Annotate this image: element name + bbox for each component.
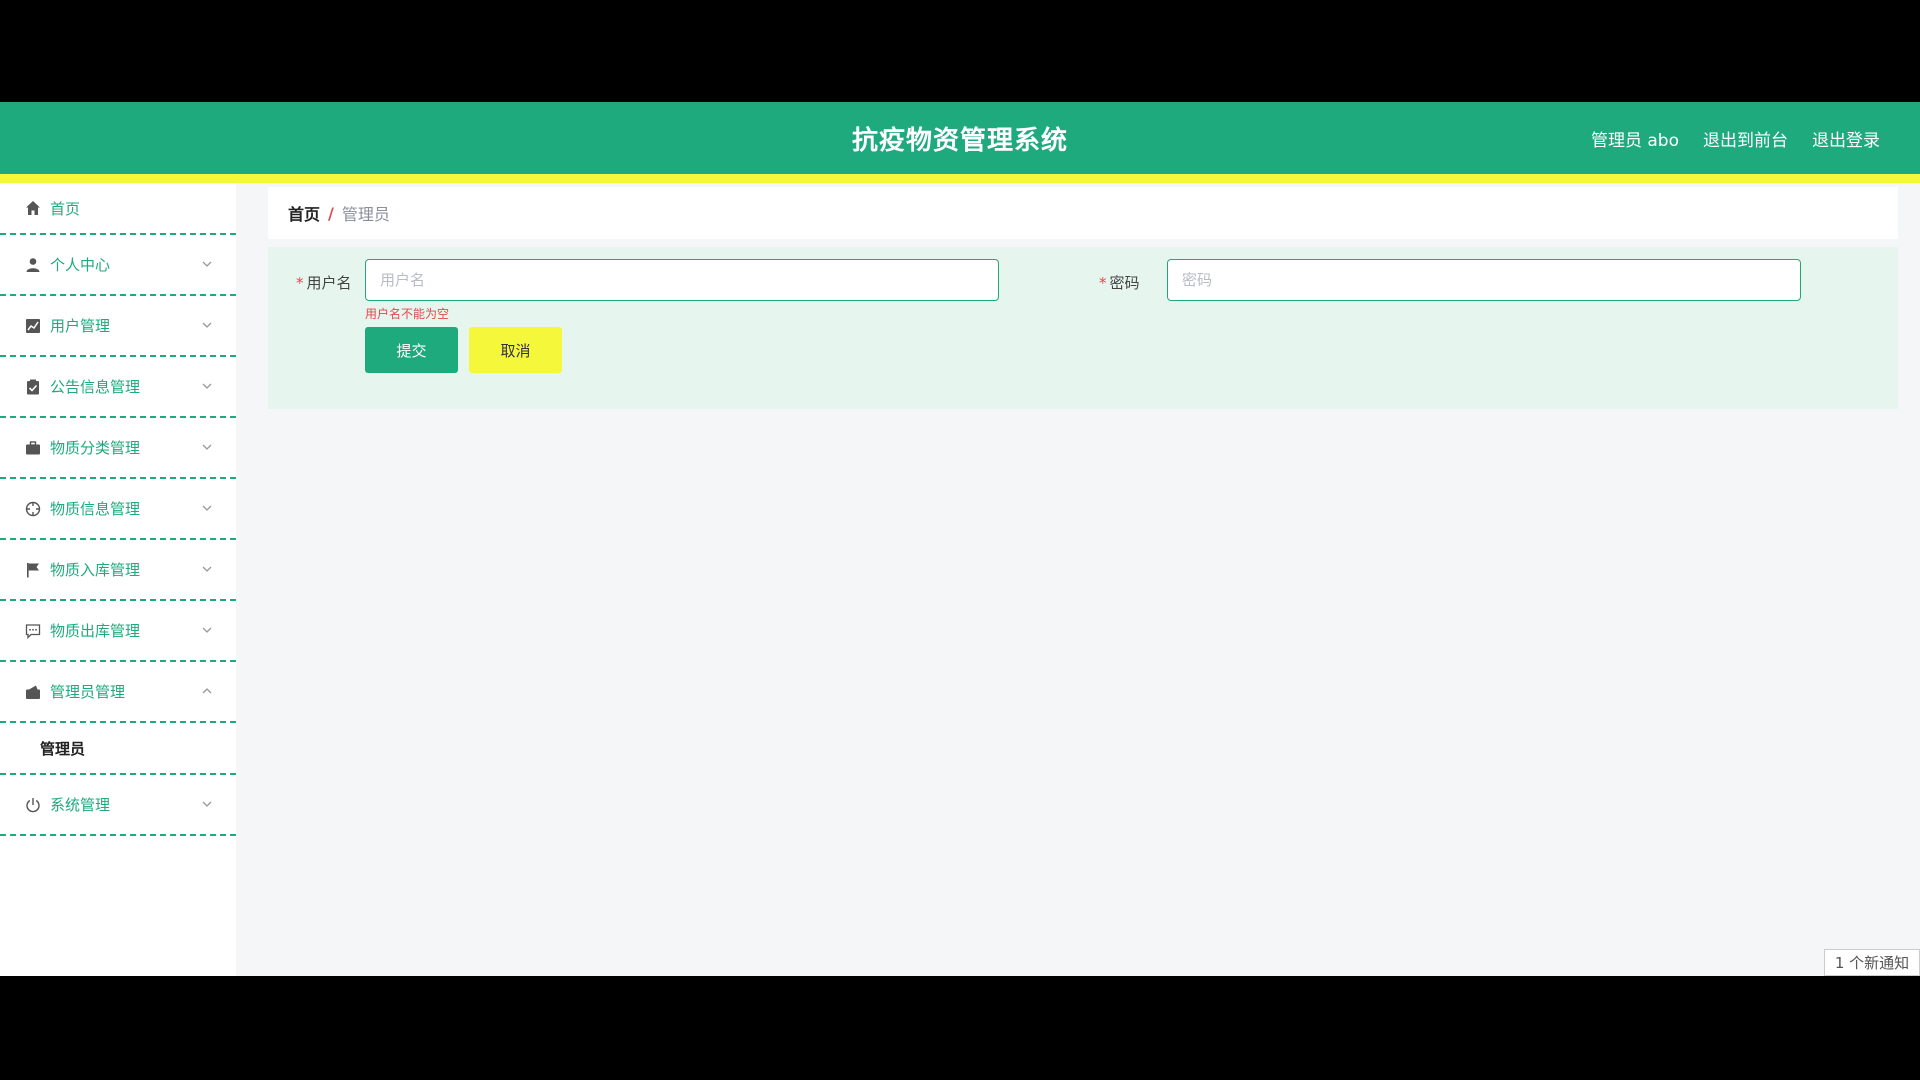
username-input[interactable] [365, 259, 999, 301]
sidebar-subitem-admin[interactable]: 管理员 [0, 723, 236, 775]
current-user-label: 管理员 abo [1590, 131, 1679, 151]
chevron-down-icon [202, 627, 212, 633]
message-icon [24, 622, 42, 640]
clipboard-icon [24, 378, 42, 396]
admin-form: *用户名 用户名不能为空 *密码 提交 取消 [268, 247, 1898, 409]
app-window: 抗疫物资管理系统 管理员 abo 退出到前台 退出登录 首页 个人中心 用户管理 [0, 102, 1920, 976]
sidebar-item-personal-center[interactable]: 个人中心 [0, 235, 236, 296]
required-mark: * [1099, 274, 1107, 292]
sidebar-item-announcement-management[interactable]: 公告信息管理 [0, 357, 236, 418]
sidebar: 首页 个人中心 用户管理 公告信息管理 物质分类管理 物质信息管理 物质入库管理… [0, 183, 236, 976]
user-icon [24, 256, 42, 274]
sidebar-item-material-info-management[interactable]: 物质信息管理 [0, 479, 236, 540]
password-input[interactable] [1167, 259, 1801, 301]
home-icon [24, 199, 42, 217]
logout-link[interactable]: 退出登录 [1812, 126, 1880, 151]
chevron-up-icon [202, 688, 212, 694]
sidebar-item-outbound-management[interactable]: 物质出库管理 [0, 601, 236, 662]
main-content: 首页 / 管理员 *用户名 用户名不能为空 *密码 提交 取消 1 个新通知 [236, 183, 1920, 976]
flag-icon [24, 561, 42, 579]
header-accent-strip [0, 174, 1920, 183]
back-to-front-link[interactable]: 退出到前台 [1703, 126, 1788, 151]
sidebar-item-label: 物质信息管理 [50, 500, 141, 518]
sidebar-item-system-management[interactable]: 系统管理 [0, 775, 236, 836]
header-user-area: 管理员 abo 退出到前台 退出登录 [1591, 126, 1880, 151]
sidebar-item-inbound-management[interactable]: 物质入库管理 [0, 540, 236, 601]
sidebar-item-label: 系统管理 [50, 796, 111, 814]
password-label: * 密码 [1099, 272, 1140, 293]
sidebar-item-label: 物质分类管理 [50, 439, 141, 457]
submit-button[interactable]: 提交 [365, 327, 458, 373]
sidebar-item-admin-management[interactable]: 管理员管理 [0, 662, 236, 723]
username-label-text: 用户名 [306, 274, 352, 292]
notification-badge[interactable]: 1 个新通知 [1824, 949, 1920, 976]
chevron-down-icon [202, 566, 212, 572]
sidebar-item-category-management[interactable]: 物质分类管理 [0, 418, 236, 479]
sidebar-item-label: 个人中心 [50, 256, 111, 274]
compass-icon [24, 500, 42, 518]
sidebar-item-home[interactable]: 首页 [0, 183, 236, 235]
password-label-text: 密码 [1109, 274, 1140, 292]
breadcrumb-home[interactable]: 首页 [288, 201, 320, 225]
username-error-message: 用户名不能为空 [365, 307, 450, 321]
chevron-down-icon [202, 505, 212, 511]
cancel-button[interactable]: 取消 [469, 327, 562, 373]
briefcase-icon [24, 439, 42, 457]
chevron-down-icon [202, 261, 212, 267]
chevron-down-icon [202, 801, 212, 807]
sidebar-item-label: 物质入库管理 [50, 561, 141, 579]
chevron-down-icon [202, 383, 212, 389]
breadcrumb-current: 管理员 [341, 205, 390, 224]
sidebar-item-label: 物质出库管理 [50, 622, 141, 640]
top-header: 抗疫物资管理系统 管理员 abo 退出到前台 退出登录 [0, 102, 1920, 174]
sidebar-item-label: 公告信息管理 [50, 378, 141, 396]
username-label: * 用户名 [296, 272, 352, 293]
wallet-icon [24, 683, 42, 701]
sidebar-item-label: 用户管理 [50, 317, 111, 335]
chevron-down-icon [202, 322, 212, 328]
sidebar-item-user-management[interactable]: 用户管理 [0, 296, 236, 357]
sidebar-item-label: 管理员管理 [50, 683, 126, 701]
required-mark: * [296, 274, 304, 292]
chart-icon [24, 317, 42, 335]
sidebar-item-label: 首页 [50, 199, 81, 218]
breadcrumb: 首页 / 管理员 [268, 187, 1898, 239]
chevron-down-icon [202, 444, 212, 450]
power-icon [24, 796, 42, 814]
breadcrumb-separator: / [328, 203, 334, 223]
